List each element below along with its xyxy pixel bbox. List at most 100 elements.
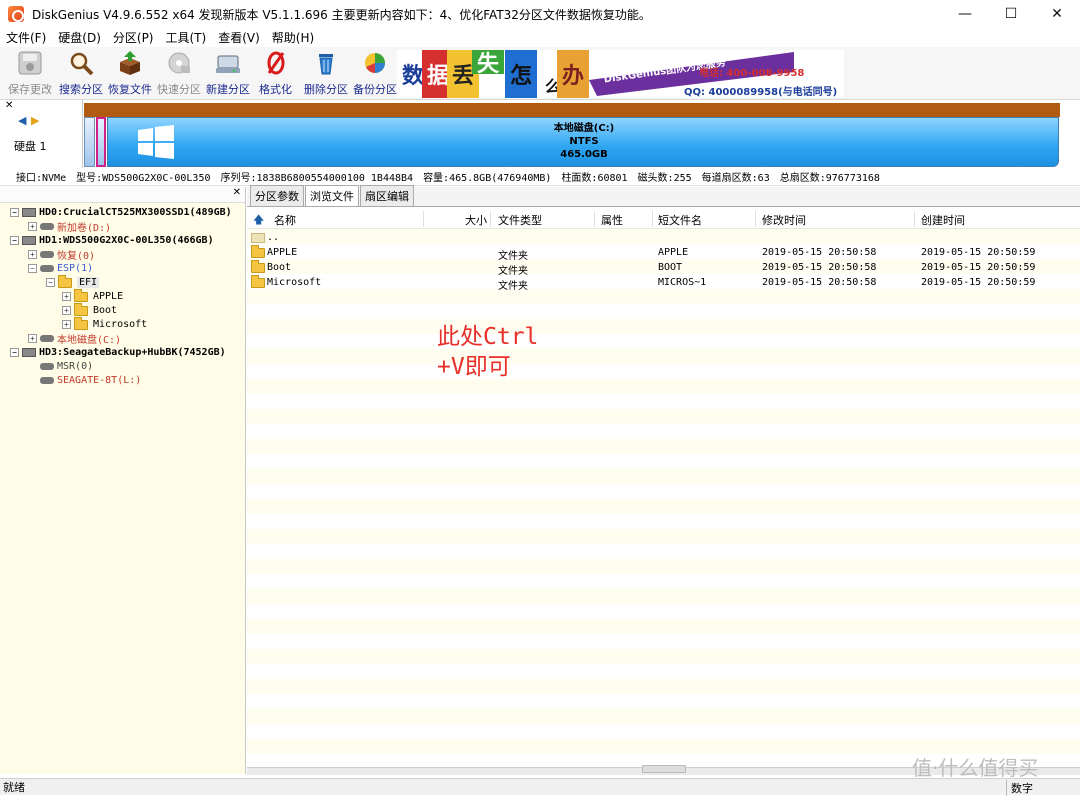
minimize-button[interactable]: —: [942, 0, 988, 28]
tab-browse-files[interactable]: 浏览文件: [305, 185, 359, 206]
menu-view[interactable]: 查看(V): [218, 29, 260, 46]
recover-files-button[interactable]: 恢复文件: [108, 49, 152, 97]
file-type: 文件夹: [498, 266, 528, 277]
tree-partition-c[interactable]: + 本地磁盘(C:): [28, 331, 121, 346]
delete-partition-button[interactable]: 删除分区: [304, 49, 348, 97]
search-partition-button[interactable]: 搜索分区: [59, 49, 103, 97]
tree-partition-seagate[interactable]: SEAGATE-8T(L:): [40, 373, 141, 387]
tree-partition-label: MSR(0): [57, 360, 94, 372]
title-bar: DiskGenius V4.9.6.552 x64 发现新版本 V5.1.1.6…: [0, 0, 1080, 28]
disk-sectors-per-track: 每道扇区数:63: [701, 173, 770, 184]
partition-esp-block[interactable]: [96, 117, 106, 167]
new-partition-button[interactable]: 新建分区: [206, 49, 250, 97]
tree-partition-msr[interactable]: MSR(0): [40, 359, 93, 373]
file-short-name: MICROS~1: [658, 277, 707, 288]
file-list: .. APPLE 文件夹 APPLE 2019-05-15 20:50:58 2…: [247, 229, 1080, 767]
column-created[interactable]: 创建时间: [921, 212, 965, 228]
expand-icon[interactable]: +: [62, 291, 71, 301]
backup-pie-icon: [361, 49, 389, 77]
collapse-icon[interactable]: −: [28, 263, 37, 273]
tree-folder-label: Boot: [93, 304, 118, 316]
partition-icon: [40, 362, 54, 370]
expand-icon[interactable]: +: [62, 319, 71, 329]
tree-partition-esp[interactable]: − ESP(1): [28, 261, 93, 275]
column-short-name[interactable]: 短文件名: [658, 212, 702, 228]
column-name[interactable]: 名称: [274, 212, 296, 228]
tree-partition-recovery[interactable]: + 恢复(0): [28, 247, 95, 262]
tree-folder-efi[interactable]: − EFI: [46, 274, 100, 289]
menu-partition[interactable]: 分区(P): [113, 29, 154, 46]
partition-c-block[interactable]: 本地磁盘(C:) NTFS 465.0GB: [107, 117, 1059, 167]
close-panel-icon[interactable]: ✕: [233, 187, 241, 198]
partition-icon: [40, 222, 54, 230]
new-partition-label: 新建分区: [206, 83, 250, 96]
column-size[interactable]: 大小: [465, 212, 487, 228]
collapse-icon[interactable]: −: [46, 277, 55, 287]
tree-disk-hd0[interactable]: − HD0:CrucialCT525MX300SSD1(489GB): [10, 205, 232, 219]
expand-icon[interactable]: +: [28, 221, 37, 231]
disk-prev-icon[interactable]: ◀: [18, 114, 26, 127]
folder-icon: [74, 316, 90, 330]
quick-partition-label: 快速分区: [157, 83, 201, 96]
numlock-indicator: 数字: [1006, 780, 1037, 796]
banner-char: 办: [557, 50, 589, 98]
menu-tools[interactable]: 工具(T): [166, 29, 207, 46]
expand-icon[interactable]: +: [62, 305, 71, 315]
menu-disk[interactable]: 硬盘(D): [58, 29, 101, 46]
partition-icon: [40, 334, 54, 342]
format-button[interactable]: 格式化: [259, 49, 292, 97]
disk-next-icon[interactable]: ▶: [31, 114, 39, 127]
column-type[interactable]: 文件类型: [498, 212, 542, 228]
tab-sector-edit[interactable]: 扇区编辑: [360, 185, 414, 206]
tree-partition-label: SEAGATE-8T(L:): [57, 374, 142, 386]
status-bar: 就绪 数字: [0, 778, 1080, 796]
column-modified[interactable]: 修改时间: [762, 212, 806, 228]
tree-folder-apple[interactable]: + APPLE: [62, 288, 123, 303]
partition-icon: [40, 264, 54, 272]
file-type: 文件夹: [498, 251, 528, 262]
file-row[interactable]: Boot 文件夹 BOOT 2019-05-15 20:50:58 2019-0…: [247, 260, 1080, 277]
close-button[interactable]: ✕: [1034, 0, 1080, 28]
status-text: 就绪: [3, 781, 25, 794]
folder-icon: [251, 245, 265, 258]
collapse-icon[interactable]: −: [10, 207, 19, 217]
tree-disk-hd1[interactable]: − HD1:WDS500G2X0C-00L350(466GB): [10, 233, 214, 247]
file-name: Boot: [267, 262, 292, 273]
menu-file[interactable]: 文件(F): [6, 29, 46, 46]
diskgenius-app-icon: [8, 6, 24, 22]
splitter-handle-icon[interactable]: [642, 765, 686, 773]
file-short-name: BOOT: [658, 262, 683, 273]
column-attributes[interactable]: 属性: [601, 212, 623, 228]
magnifier-icon: [67, 49, 95, 77]
collapse-icon[interactable]: −: [10, 347, 19, 357]
file-row[interactable]: Microsoft 文件夹 MICROS~1 2019-05-15 20:50:…: [247, 275, 1080, 292]
tree-folder-microsoft[interactable]: + Microsoft: [62, 316, 147, 331]
disk-map: ✕ ◀ ▶ 硬盘 1 本地磁盘(C:) NTFS 465.0GB: [0, 100, 1080, 168]
ad-banner[interactable]: 数 据 丢 失 怎 么 办 DiskGenius团队为您服务 电话: 400-0…: [397, 50, 844, 98]
partition-recovery-block[interactable]: [84, 117, 95, 167]
save-changes-button[interactable]: 保存更改: [8, 49, 52, 97]
tree-folder-label: EFI: [77, 276, 100, 288]
maximize-button[interactable]: ☐: [988, 0, 1034, 28]
tab-partition-params[interactable]: 分区参数: [250, 185, 304, 206]
quick-partition-button[interactable]: 快速分区: [157, 49, 201, 97]
close-small-icon[interactable]: ✕: [5, 100, 13, 111]
tree-disk-hd3[interactable]: − HD3:SeagateBackup+HubBK(7452GB): [10, 345, 226, 359]
folder-icon: [251, 260, 265, 273]
expand-icon[interactable]: +: [28, 249, 37, 259]
annotation-line-1: 此处Ctrl: [437, 324, 539, 350]
disk-heads: 磁头数:255: [637, 173, 692, 184]
tree-folder-boot[interactable]: + Boot: [62, 302, 118, 317]
up-folder-icon[interactable]: 🡅: [253, 211, 264, 230]
tree-partition-d[interactable]: + 新加卷(D:): [28, 219, 111, 234]
collapse-icon[interactable]: −: [10, 235, 19, 245]
save-changes-label: 保存更改: [8, 83, 52, 96]
folder-icon: [251, 275, 265, 288]
file-row-parent[interactable]: ..: [247, 231, 1080, 246]
file-row[interactable]: APPLE 文件夹 APPLE 2019-05-15 20:50:58 2019…: [247, 245, 1080, 262]
backup-partition-button[interactable]: 备份分区: [353, 49, 397, 97]
menu-help[interactable]: 帮助(H): [272, 29, 314, 46]
disk-cylinders: 柱面数:60801: [561, 173, 628, 184]
expand-icon[interactable]: +: [28, 333, 37, 343]
window-title: DiskGenius V4.9.6.552 x64 发现新版本 V5.1.1.6…: [32, 7, 651, 22]
